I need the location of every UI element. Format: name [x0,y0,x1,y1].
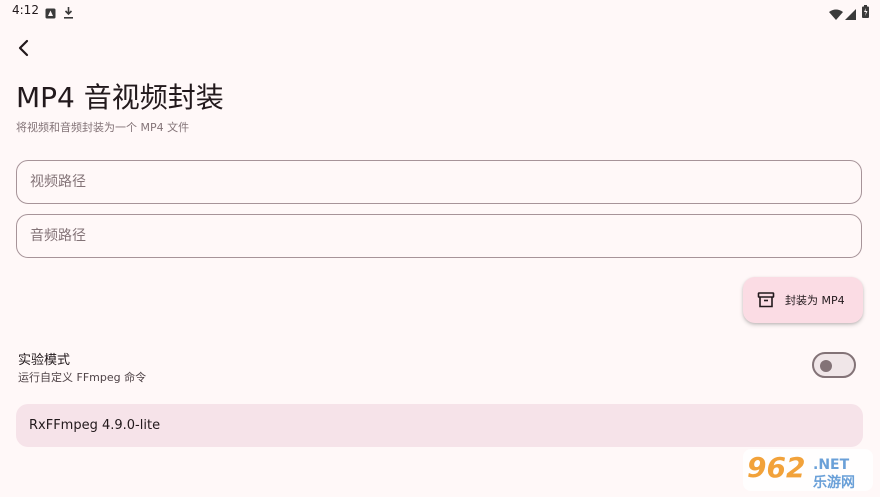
mux-mp4-label: 封装为 MP4 [785,294,845,307]
svg-text:.NET: .NET [813,457,850,473]
audio-path-field[interactable] [16,214,862,258]
version-card: RxFFmpeg 4.9.0-lite [16,404,863,447]
archive-icon [757,291,775,309]
notification-app-icon [45,4,56,23]
experimental-mode-subtitle: 运行自定义 FFmpeg 命令 [18,371,147,384]
experimental-mode-switch[interactable] [812,352,856,378]
battery-icon [862,3,869,22]
page-title: MP4 音视频封装 [16,81,224,114]
mux-mp4-button[interactable]: 封装为 MP4 [743,277,863,323]
site-watermark-logo: 962 .NET 乐游网 [741,447,875,493]
download-icon [63,4,74,23]
video-path-field[interactable] [16,160,862,204]
version-text: RxFFmpeg 4.9.0-lite [29,418,161,433]
video-path-input[interactable] [17,161,861,203]
experimental-mode-title: 实验模式 [18,353,71,368]
status-time: 4:12 [12,3,39,17]
signal-icon [845,5,856,24]
status-bar: 4:12 [0,0,880,22]
audio-path-input[interactable] [17,215,861,257]
wifi-icon [829,5,843,24]
arrow-back-icon [18,39,29,57]
switch-thumb [820,360,832,372]
back-button[interactable] [12,36,36,60]
svg-text:962: 962 [747,451,805,484]
page-subtitle: 将视频和音频封装为一个 MP4 文件 [16,121,190,134]
svg-text:乐游网: 乐游网 [813,474,855,491]
